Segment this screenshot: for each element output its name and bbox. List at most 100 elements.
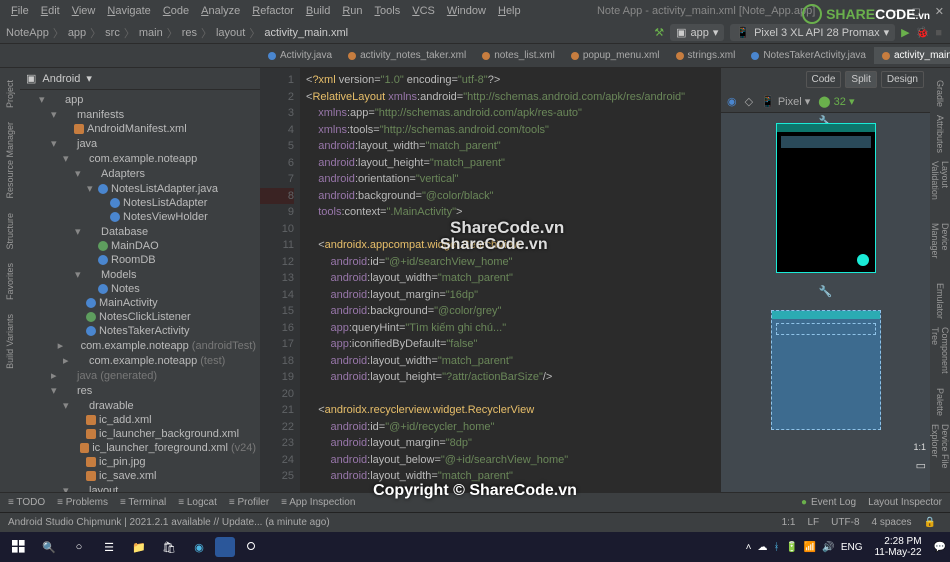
stop-icon[interactable]: ■: [935, 27, 942, 39]
tool-profiler[interactable]: ≡ Profiler: [229, 497, 269, 508]
rail-component-tree[interactable]: Component Tree: [930, 323, 950, 384]
word-icon[interactable]: [215, 537, 235, 557]
tree-node[interactable]: ▾Models: [20, 267, 260, 282]
tab-Activity.java[interactable]: Activity.java: [260, 47, 340, 64]
search-icon[interactable]: 🔍: [35, 533, 63, 561]
tree-node[interactable]: ▾Database: [20, 224, 260, 239]
rail-device-manager[interactable]: Device Manager: [930, 219, 950, 279]
tool-logcat[interactable]: ≡ Logcat: [178, 497, 217, 508]
tree-node[interactable]: ▸com.example.noteapp (androidTest): [20, 338, 260, 353]
tree-node[interactable]: ▾drawable: [20, 398, 260, 413]
api-icon[interactable]: ⬤ 32 ▾: [818, 95, 854, 108]
tree-node[interactable]: NotesTakerActivity: [20, 324, 260, 338]
crumb[interactable]: layout: [216, 27, 245, 39]
tree-node[interactable]: NotesViewHolder: [20, 210, 260, 224]
edge-icon[interactable]: ◉: [185, 533, 213, 561]
start-button[interactable]: [4, 540, 34, 554]
tool-todo[interactable]: ≡ TODO: [8, 497, 45, 508]
system-tray[interactable]: ˄ ☁ ᚼ 🔋 📶 🔊 ENG 2:28 PM 11-May-22 💬: [746, 536, 946, 558]
status-lf[interactable]: LF: [802, 517, 826, 528]
rail-structure[interactable]: Structure: [5, 209, 15, 254]
tree-node[interactable]: NotesListAdapter: [20, 196, 260, 210]
tree-node[interactable]: NotesClickListener: [20, 310, 260, 324]
tab-activity_main.xml[interactable]: activity_main.xml ×: [874, 47, 950, 64]
zoom-fit-icon[interactable]: ▭: [916, 459, 926, 472]
debug-icon[interactable]: 🐞: [916, 26, 930, 39]
tab-strings.xml[interactable]: strings.xml: [668, 47, 744, 64]
bluetooth-icon[interactable]: ᚼ: [773, 542, 779, 553]
rail-palette[interactable]: Palette: [935, 384, 945, 420]
rail-layout-validation[interactable]: Layout Validation: [930, 157, 950, 219]
cortana-icon[interactable]: ○: [65, 533, 93, 561]
tree-node[interactable]: ▾NotesListAdapter.java: [20, 181, 260, 196]
project-tree[interactable]: ▾app▾manifestsAndroidManifest.xml▾java▾c…: [20, 90, 260, 492]
clock[interactable]: 2:28 PM 11-May-22: [868, 536, 927, 558]
tree-node[interactable]: ic_save.xml: [20, 469, 260, 483]
menu-vcs[interactable]: VCS: [407, 3, 440, 19]
tree-node[interactable]: ▾res: [20, 383, 260, 398]
rail-device-file-explorer[interactable]: Device File Explorer: [930, 420, 950, 492]
menu-code[interactable]: Code: [158, 3, 194, 19]
close-icon[interactable]: ✕: [935, 5, 944, 18]
lang-indicator[interactable]: ENG: [841, 542, 863, 553]
tree-node[interactable]: ▾app: [20, 92, 260, 107]
tree-node[interactable]: ▾manifests: [20, 107, 260, 122]
device-select[interactable]: 📱 Pixel 3 XL API 28 Promax ▾: [730, 24, 895, 41]
tree-node[interactable]: MainActivity: [20, 296, 260, 310]
menu-navigate[interactable]: Navigate: [102, 3, 155, 19]
menu-window[interactable]: Window: [442, 3, 491, 19]
rail-project[interactable]: Project: [5, 76, 15, 112]
crumb[interactable]: app: [68, 27, 86, 39]
battery-icon[interactable]: 🔋: [785, 542, 797, 553]
store-icon[interactable]: 🛍: [155, 533, 183, 561]
hammer-icon[interactable]: ⚒: [654, 26, 664, 39]
rail-emulator[interactable]: Emulator: [935, 279, 945, 323]
tool-app inspection[interactable]: ≡ App Inspection: [281, 497, 355, 508]
status-pos[interactable]: 1:1: [776, 517, 802, 528]
code-area[interactable]: <?xml version="1.0" encoding="utf-8"?><R…: [300, 68, 720, 492]
crumb[interactable]: main: [139, 27, 163, 39]
lock-icon[interactable]: 🔒: [918, 517, 942, 528]
tool-terminal[interactable]: ≡ Terminal: [120, 497, 166, 508]
crumb[interactable]: src: [105, 27, 120, 39]
crumb[interactable]: NoteApp: [6, 27, 49, 39]
onedrive-icon[interactable]: ☁: [757, 542, 767, 553]
tree-node[interactable]: ic_launcher_foreground.xml (v24): [20, 441, 260, 455]
run-config[interactable]: ▣ app ▾: [670, 24, 724, 41]
taskview-icon[interactable]: ☰: [95, 533, 123, 561]
menu-help[interactable]: Help: [493, 3, 526, 19]
project-sidebar[interactable]: ▣ Android ▾ ▾app▾manifestsAndroidManifes…: [20, 68, 260, 492]
menu-edit[interactable]: Edit: [36, 3, 65, 19]
menu-refactor[interactable]: Refactor: [247, 3, 299, 19]
rail-favorites[interactable]: Favorites: [5, 259, 15, 304]
tree-node[interactable]: ▸com.example.noteapp (test): [20, 353, 260, 368]
tree-node[interactable]: RoomDB: [20, 253, 260, 267]
zoom-11[interactable]: 1:1: [913, 442, 926, 452]
tab-split[interactable]: Split: [845, 71, 876, 88]
wifi-icon[interactable]: 📶: [804, 542, 816, 553]
volume-icon[interactable]: 🔊: [822, 542, 834, 553]
menu-build[interactable]: Build: [301, 3, 335, 19]
rail-build-variants[interactable]: Build Variants: [5, 310, 15, 373]
menu-file[interactable]: File: [6, 3, 34, 19]
tab-notes_list.xml[interactable]: notes_list.xml: [474, 47, 563, 64]
chrome-icon[interactable]: ⭘: [237, 533, 265, 561]
notifications-icon[interactable]: 💬: [934, 542, 946, 553]
rail-resource-manager[interactable]: Resource Manager: [5, 118, 15, 203]
status-enc[interactable]: UTF-8: [825, 517, 865, 528]
tree-node[interactable]: MainDAO: [20, 239, 260, 253]
eye-icon[interactable]: ◉: [727, 95, 737, 108]
explorer-icon[interactable]: 📁: [125, 533, 153, 561]
tab-NotesTakerActivity.java[interactable]: NotesTakerActivity.java: [743, 47, 874, 64]
tree-node[interactable]: ▾java: [20, 136, 260, 151]
phone-blueprint[interactable]: [771, 310, 881, 430]
wrench-icon[interactable]: 🔧: [819, 285, 833, 298]
tree-node[interactable]: ic_pin.jpg: [20, 455, 260, 469]
status-indent[interactable]: 4 spaces: [866, 517, 918, 528]
windows-taskbar[interactable]: 🔍 ○ ☰ 📁 🛍 ◉ ⭘ ˄ ☁ ᚼ 🔋 📶 🔊 ENG 2:28 PM 11…: [0, 532, 950, 562]
menu-tools[interactable]: Tools: [370, 3, 406, 19]
rail-gradle[interactable]: Gradle: [935, 76, 945, 111]
tool-layout-inspector[interactable]: Layout Inspector: [868, 497, 942, 508]
rail-attributes[interactable]: Attributes: [935, 111, 945, 157]
tray-chevron-icon[interactable]: ˄: [746, 542, 752, 553]
